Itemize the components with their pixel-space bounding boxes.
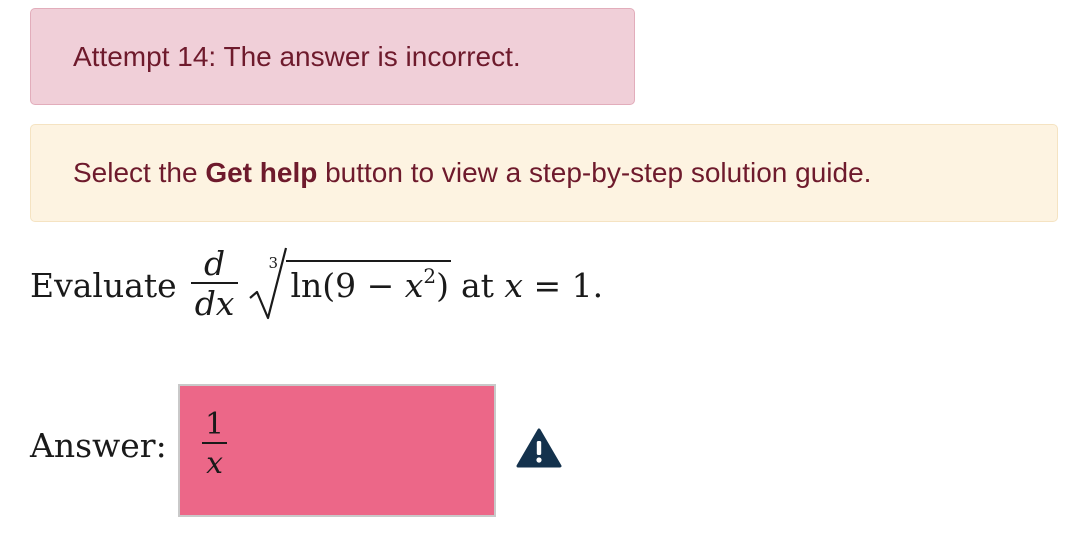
- incorrect-answer-alert: Attempt 14: The answer is incorrect.: [30, 8, 635, 105]
- answer-numerator: 1: [205, 407, 225, 442]
- help-hint-alert: Select the Get help button to view a ste…: [30, 124, 1058, 222]
- answer-input[interactable]: 1 x: [178, 384, 496, 517]
- warning-icon: [516, 428, 562, 468]
- answer-label: Answer:: [30, 426, 167, 465]
- help-hint-text: Select the Get help button to view a ste…: [73, 157, 872, 188]
- derivative-denominator: dx: [194, 284, 235, 323]
- question-prompt: Evaluate d dx 3 ln(9 − x2) at x = 1.: [30, 240, 603, 330]
- get-help-reference: Get help: [205, 157, 318, 188]
- derivative-operator: d dx: [190, 244, 239, 324]
- derivative-numerator: d: [204, 244, 226, 283]
- answer-denominator: x: [206, 446, 223, 481]
- incorrect-answer-text: Attempt 14: The answer is incorrect.: [73, 40, 521, 72]
- question-lead: Evaluate: [30, 265, 177, 305]
- cube-root-expression: 3 ln(9 − x2): [248, 240, 451, 330]
- root-index: 3: [268, 254, 278, 272]
- radicand: ln(9 − x2): [286, 259, 451, 305]
- evaluation-point: at x = 1.: [460, 265, 604, 305]
- answer-fraction: 1 x: [202, 407, 228, 484]
